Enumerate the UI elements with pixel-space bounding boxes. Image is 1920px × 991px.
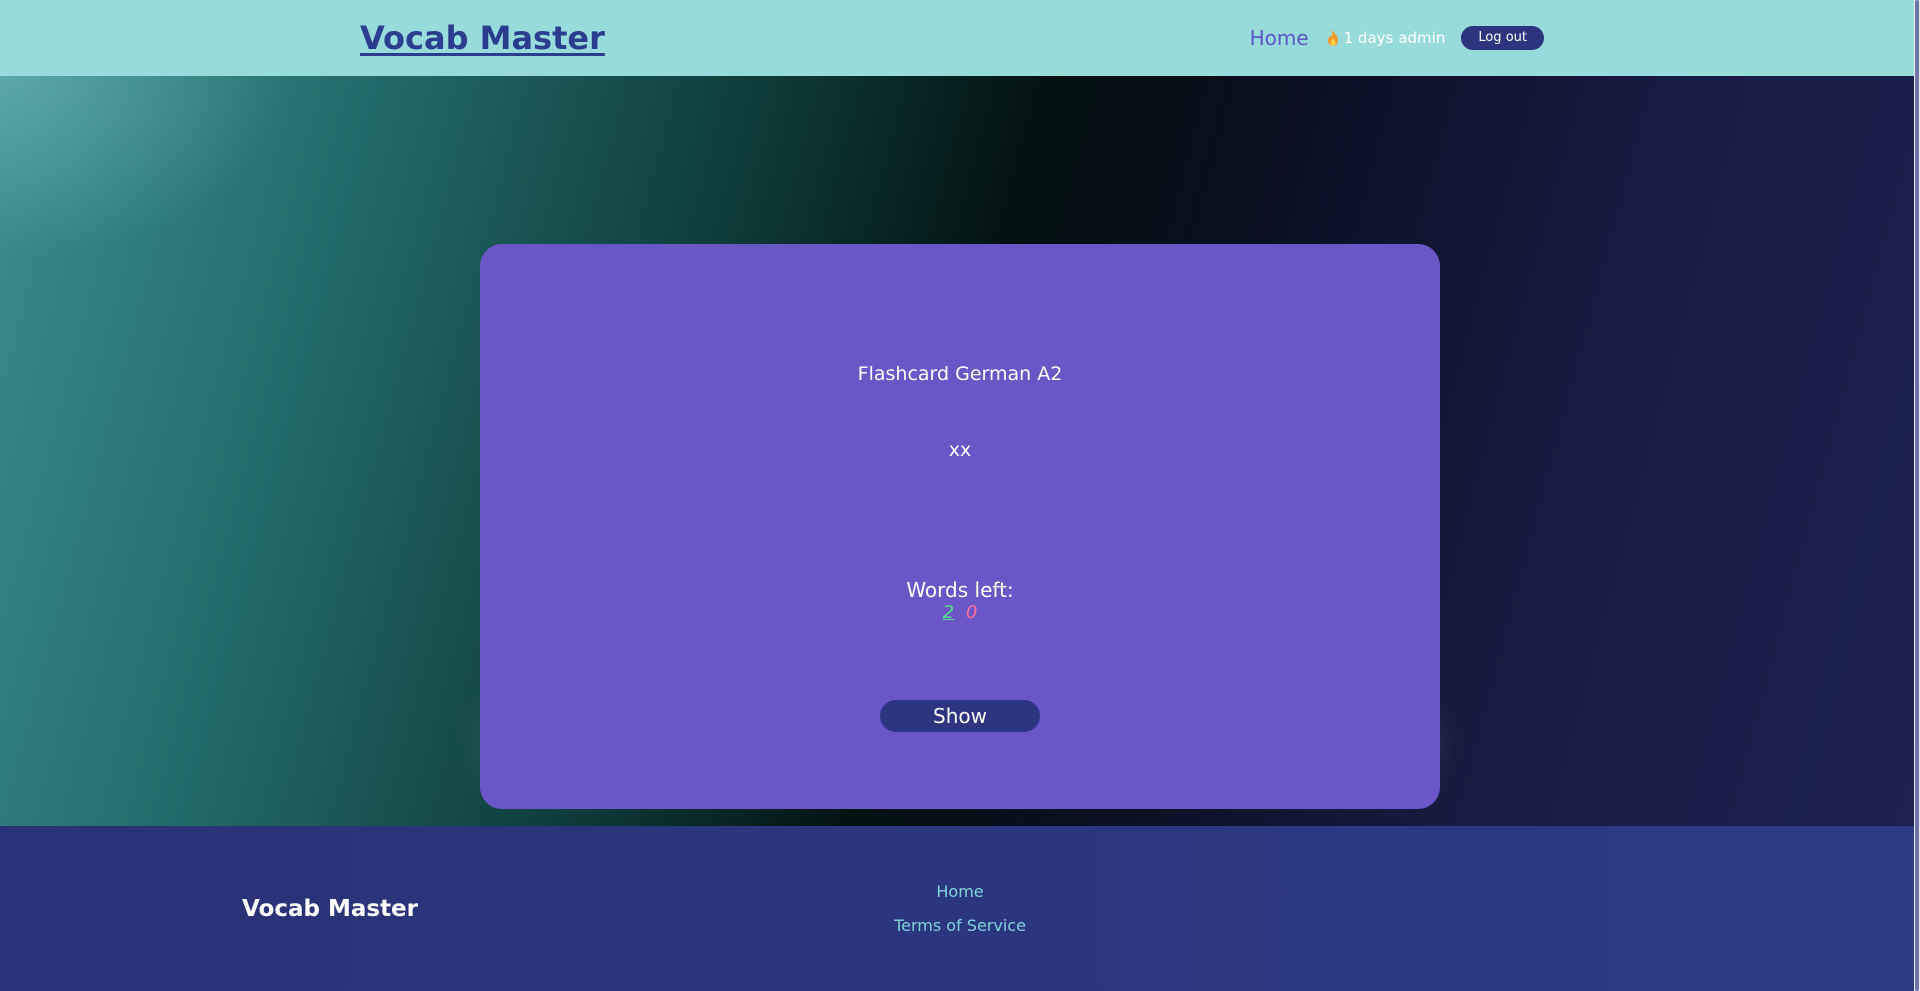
site-logo-link[interactable]: Vocab Master [360,18,605,58]
flashcard-word: xx [948,439,972,461]
streak-days: 1 days [1343,29,1394,47]
unknown-count: 0 [965,602,978,623]
nav-home-link[interactable]: Home [1250,26,1309,50]
fire-icon [1327,30,1338,46]
footer-home-link[interactable]: Home [0,882,1920,902]
main-content: Flashcard German A2 xx Words left: 2 0 S… [0,76,1920,826]
footer-terms-link[interactable]: Terms of Service [0,916,1920,936]
top-nav: Home 1 days admin Log out [1250,26,1544,50]
username: admin [1398,29,1446,47]
footer-links: Home Terms of Service [0,882,1920,950]
words-left-counts: 2 0 [480,602,1440,624]
flashcard-title: Flashcard German A2 [857,363,1063,385]
scrollbar-thumb[interactable] [1915,0,1919,991]
show-button[interactable]: Show [880,700,1040,732]
known-count[interactable]: 2 [943,602,954,623]
site-header: Vocab Master Home 1 days admin Log out [0,0,1920,76]
words-left-label: Words left: [906,578,1014,602]
streak-indicator: 1 days admin [1325,29,1446,47]
scrollbar[interactable] [1914,0,1920,991]
flashcard: Flashcard German A2 xx Words left: 2 0 S… [480,244,1440,809]
site-footer: Vocab Master Home Terms of Service [0,826,1920,991]
logout-button[interactable]: Log out [1461,26,1544,50]
